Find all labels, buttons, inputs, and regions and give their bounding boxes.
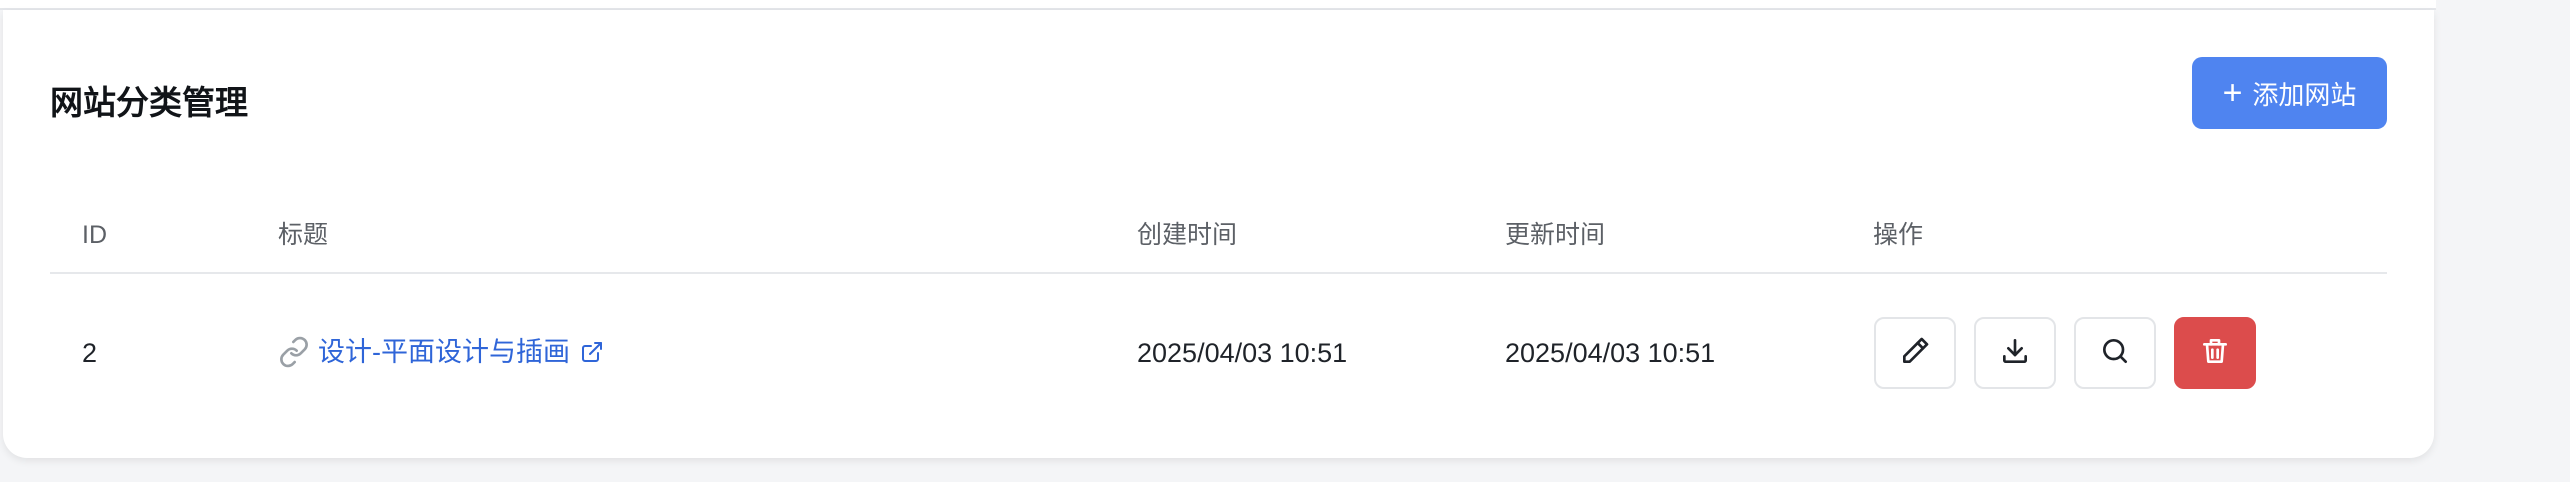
row-updated-time: 2025/04/03 10:51 [1505,338,1716,368]
edit-icon [1899,335,1931,372]
row-id: 2 [82,338,98,368]
top-panel-edge [0,0,2436,10]
plus-icon: + [2222,74,2243,112]
download-button[interactable] [1974,317,2056,389]
column-header-actions: 操作 [1873,221,1924,249]
category-management-card: 网站分类管理 + 添加网站 ID 标题 创建时间 更新时间 操作 2 设计-平面… [3,10,2434,458]
external-link-icon [580,340,604,364]
header-divider [50,272,2387,274]
page-title: 网站分类管理 [50,84,248,121]
download-icon [1999,335,2031,372]
search-icon [2099,335,2131,372]
column-header-title: 标题 [278,221,329,249]
column-header-updated: 更新时间 [1505,221,1606,249]
column-header-created: 创建时间 [1137,221,1238,249]
delete-button[interactable] [2174,317,2256,389]
delete-icon [2199,335,2231,372]
row-title-text: 设计-平面设计与插画 [318,337,570,367]
column-header-id: ID [82,221,107,249]
link-icon [278,336,310,368]
add-website-button[interactable]: + 添加网站 [2192,57,2387,129]
edit-button[interactable] [1874,317,1956,389]
row-created-time: 2025/04/03 10:51 [1137,338,1348,368]
add-website-label: 添加网站 [2252,79,2357,110]
search-button[interactable] [2074,317,2156,389]
row-title-link[interactable]: 设计-平面设计与插画 [278,334,604,370]
